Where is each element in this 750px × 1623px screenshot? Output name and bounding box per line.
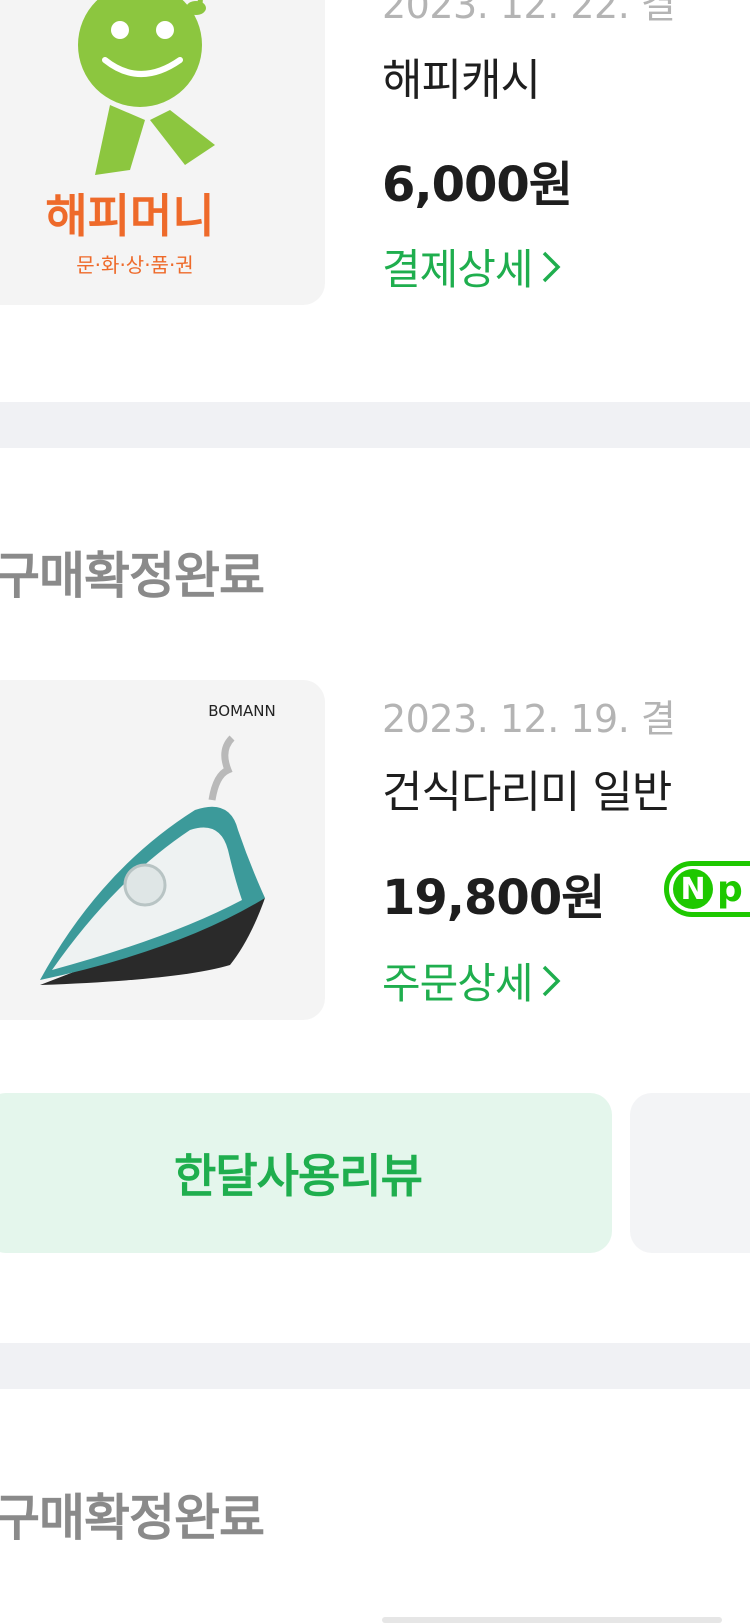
secondary-action-button[interactable] (630, 1093, 750, 1253)
happymoney-mascot-icon: 해피머니 문·화·상·품·권 (45, 0, 215, 277)
monthly-review-button[interactable]: 한달사용리뷰 (0, 1093, 612, 1253)
order-detail-label: 주문상세 (382, 959, 534, 1008)
section-divider (0, 402, 750, 448)
chevron-right-icon (542, 251, 561, 282)
monthly-review-label: 한달사용리뷰 (174, 1149, 423, 1203)
product-name[interactable]: 건식다리미 일반 (382, 756, 672, 820)
iron-product-image: BOMANN (40, 702, 276, 985)
order-date: 2023. 12. 22. 결 (382, 0, 676, 27)
svg-text:문·화·상·품·권: 문·화·상·품·권 (76, 253, 193, 277)
naver-pay-n-icon: N (673, 869, 713, 909)
section-status-title: 구매확정완료 (0, 1489, 265, 1547)
naver-pay-badge: N p (664, 861, 750, 917)
svg-text:해피머니: 해피머니 (45, 189, 214, 243)
product-price: 6,000원 (382, 157, 573, 213)
order-detail-link[interactable]: 주문상세 (382, 950, 563, 1011)
payment-detail-link[interactable]: 결제상세 (382, 236, 563, 297)
product-name[interactable]: 해피캐시 (382, 44, 541, 108)
product-thumbnail-iron[interactable]: BOMANN (0, 680, 325, 1020)
svg-text:BOMANN: BOMANN (208, 702, 275, 720)
section-status-title: 구매확정완료 (0, 547, 265, 605)
order-date: 2023. 12. 19. 결 (382, 697, 676, 741)
order-date-partial (382, 1612, 722, 1623)
section-divider (0, 1343, 750, 1389)
chevron-right-icon (542, 965, 561, 996)
payment-detail-label: 결제상세 (382, 245, 534, 294)
naver-pay-label: p (717, 868, 743, 910)
product-thumbnail-happymoney[interactable]: 해피머니 문·화·상·품·권 (0, 0, 325, 305)
product-price: 19,800원 (382, 870, 605, 926)
